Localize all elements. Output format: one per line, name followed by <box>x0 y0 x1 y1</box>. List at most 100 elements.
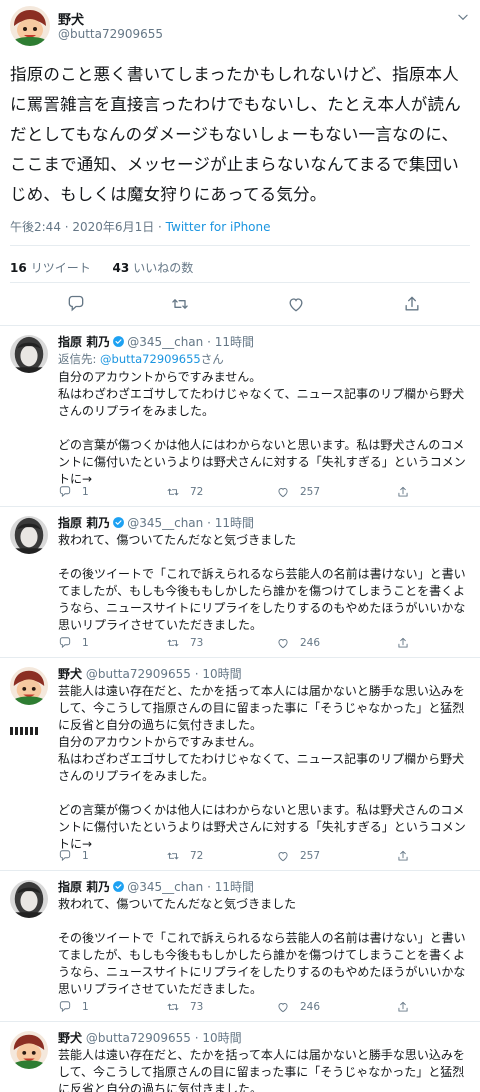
image-fragment <box>10 727 38 735</box>
retweet-action[interactable]: 72 <box>166 849 203 863</box>
reply-action[interactable]: 1 <box>58 485 89 499</box>
reply-icon[interactable] <box>66 294 86 314</box>
like-icon[interactable] <box>286 294 306 314</box>
display-name[interactable]: 野犬 <box>58 9 84 28</box>
like-count: 257 <box>300 850 321 862</box>
tweet-text: 救われて、傷ついてたんだなと気づきました その後ツイートで「これで訴えられるなら… <box>58 897 466 996</box>
handle-time[interactable]: @345__chan · 11時間 <box>127 880 254 894</box>
tweet-text: 指原のこと悪く書いてしまったかもしれないけど、指原本人に罵詈雑言を直接言ったわけ… <box>10 65 461 204</box>
like-count: 246 <box>300 637 321 649</box>
timestamp[interactable]: 午後2:44 · 2020年6月1日 · <box>10 220 166 234</box>
share-icon <box>398 637 408 648</box>
divider <box>10 245 470 246</box>
tweet-text: 芸能人は遠い存在だと、たかを括って本人には届かないと勝手な思い込みをして、今こう… <box>58 684 465 732</box>
tweet-header: 指原 莉乃 @345__chan · 11時間 <box>58 514 254 531</box>
share-action[interactable] <box>396 636 410 650</box>
tweet-header: 指原 莉乃 @345__chan · 11時間 <box>58 333 254 350</box>
likes-label: いいねの数 <box>133 261 194 275</box>
retweet-action[interactable]: 72 <box>166 485 203 499</box>
avatar[interactable] <box>10 667 48 705</box>
reply-count: 1 <box>82 850 89 862</box>
reply-icon <box>59 850 71 861</box>
avatar[interactable] <box>10 880 48 918</box>
avatar[interactable] <box>10 6 50 46</box>
retweet-count: 72 <box>190 486 204 498</box>
tweet-header: 指原 莉乃 @345__chan · 11時間 <box>58 878 254 895</box>
reply-tweet[interactable]: 野犬 @butta72909655 · 10時間 芸能人は遠い存在だと、たかを括… <box>0 659 480 871</box>
like-icon <box>278 1003 288 1013</box>
display-name[interactable]: 指原 莉乃 <box>58 880 110 894</box>
like-action[interactable]: 246 <box>276 636 320 650</box>
retweet-action[interactable]: 73 <box>166 1000 203 1014</box>
retweet-count: 72 <box>190 850 204 862</box>
reply-tweet[interactable]: 野犬 @butta72909655 · 10時間 芸能人は遠い存在だと、たかを括… <box>0 1023 480 1092</box>
reply-icon <box>59 486 71 497</box>
display-name[interactable]: 野犬 <box>58 667 82 681</box>
handle-time[interactable]: @butta72909655 · 10時間 <box>86 667 242 681</box>
share-icon <box>398 1001 408 1012</box>
retweets-label: リツイート <box>30 261 91 275</box>
main-tweet: 野犬 @butta72909655 指原のこと悪く書いてしまったかもしれないけど… <box>0 0 480 326</box>
reply-tweet[interactable]: 指原 莉乃 @345__chan · 11時間 救われて、傷ついてたんだなと気づき… <box>0 872 480 1022</box>
like-action[interactable]: 257 <box>276 485 320 499</box>
share-icon <box>398 486 408 497</box>
divider <box>10 282 470 283</box>
reply-tweet[interactable]: 指原 莉乃 @345__chan · 11時間 返信先: @butta729096… <box>0 327 480 507</box>
tweet-actions: 1 73 246 <box>58 636 458 652</box>
like-count: 246 <box>300 1001 321 1013</box>
retweet-icon[interactable] <box>170 294 190 314</box>
reply-action[interactable]: 1 <box>58 636 89 650</box>
like-icon <box>278 488 288 498</box>
tweet-stats: 16 リツイート 43 いいねの数 <box>10 259 193 276</box>
like-icon <box>278 639 288 649</box>
share-action[interactable] <box>396 849 410 863</box>
tweet-header: 野犬 @butta72909655 · 10時間 <box>58 1029 242 1046</box>
share-action[interactable] <box>396 485 410 499</box>
tweet-text: 芸能人は遠い存在だと、たかを括って本人には届かないと勝手な思い込みをして、今こう… <box>58 1048 465 1092</box>
display-name[interactable]: 野犬 <box>58 1031 82 1045</box>
retweets-stat[interactable]: 16 リツイート <box>10 261 91 275</box>
avatar[interactable] <box>10 1031 48 1069</box>
reply-count: 1 <box>82 637 89 649</box>
reply-action[interactable]: 1 <box>58 849 89 863</box>
retweets-count: 16 <box>10 261 27 275</box>
tweet-actions: 1 73 246 <box>58 1000 458 1016</box>
like-count: 257 <box>300 486 321 498</box>
avatar[interactable] <box>10 335 48 373</box>
like-action[interactable]: 257 <box>276 849 320 863</box>
tweet-text: 救われて、傷ついてたんだなと気づきました その後ツイートで「これで訴えられるなら… <box>58 533 466 632</box>
tweet-text: 自分のアカウントからですみません。 私はわざわざエゴサしてたわけじゃなくて、ニュ… <box>58 370 466 486</box>
reply-to-prefix: 返信先: <box>58 352 101 366</box>
handle-time[interactable]: @345__chan · 11時間 <box>127 516 254 530</box>
share-icon[interactable] <box>402 294 422 314</box>
via-link[interactable]: Twitter for iPhone <box>166 220 271 234</box>
handle-time[interactable]: @345__chan · 11時間 <box>127 335 254 349</box>
handle-time[interactable]: @butta72909655 · 10時間 <box>86 1031 242 1045</box>
retweet-icon <box>167 852 179 860</box>
chevron-down-icon[interactable] <box>456 10 470 24</box>
verified-icon <box>112 516 125 529</box>
handle[interactable]: @butta72909655 <box>58 27 163 41</box>
retweet-icon <box>167 488 179 496</box>
reply-tweet[interactable]: 指原 莉乃 @345__chan · 11時間 救われて、傷ついてたんだなと気づき… <box>0 508 480 658</box>
reply-icon <box>59 1001 71 1012</box>
tweet-header: 野犬 @butta72909655 · 10時間 <box>58 665 242 682</box>
mention-link[interactable]: @butta72909655 <box>100 352 201 366</box>
reply-count: 1 <box>82 486 89 498</box>
share-action[interactable] <box>396 1000 410 1014</box>
reply-count: 1 <box>82 1001 89 1013</box>
retweet-count: 73 <box>190 637 204 649</box>
retweet-count: 73 <box>190 1001 204 1013</box>
display-name[interactable]: 指原 莉乃 <box>58 335 110 349</box>
display-name[interactable]: 指原 莉乃 <box>58 516 110 530</box>
tweet-meta: 午後2:44 · 2020年6月1日 · Twitter for iPhone <box>10 218 271 235</box>
avatar[interactable] <box>10 516 48 554</box>
reply-action[interactable]: 1 <box>58 1000 89 1014</box>
likes-stat[interactable]: 43 いいねの数 <box>113 261 194 275</box>
retweet-action[interactable]: 73 <box>166 636 203 650</box>
reply-icon <box>59 637 71 648</box>
verified-icon <box>112 880 125 893</box>
like-icon <box>278 852 288 862</box>
like-action[interactable]: 246 <box>276 1000 320 1014</box>
tweet-actions: 1 72 257 <box>58 485 458 501</box>
